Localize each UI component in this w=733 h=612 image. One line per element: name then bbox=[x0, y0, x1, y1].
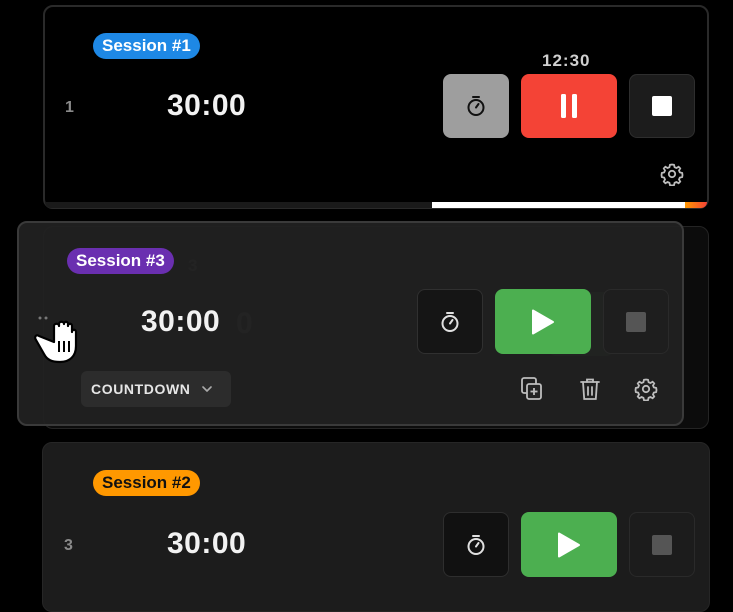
chevron-down-icon bbox=[201, 385, 212, 393]
trash-icon[interactable] bbox=[578, 376, 602, 402]
stop-icon bbox=[624, 310, 648, 334]
play-icon bbox=[556, 531, 582, 559]
stop-icon bbox=[650, 533, 674, 557]
session-badge[interactable]: Session #1 bbox=[93, 33, 200, 59]
grab-hand-cursor-icon bbox=[30, 314, 82, 366]
timer-icon bbox=[464, 94, 488, 118]
stop-button[interactable] bbox=[629, 512, 695, 577]
row-number: 1 bbox=[65, 99, 74, 116]
session-badge[interactable]: Session #3 bbox=[67, 248, 174, 274]
timer-icon bbox=[438, 310, 462, 334]
session-timer: 30:00 bbox=[141, 305, 221, 338]
play-icon bbox=[530, 308, 556, 336]
timer-button[interactable] bbox=[443, 74, 509, 138]
progress-tip bbox=[685, 202, 707, 208]
pause-icon bbox=[559, 93, 579, 119]
session-timer: 30:00 bbox=[167, 89, 247, 122]
current-time: 12:30 bbox=[542, 51, 591, 70]
timer-icon bbox=[464, 533, 488, 557]
gear-icon[interactable] bbox=[660, 162, 684, 186]
timer-button[interactable] bbox=[443, 512, 509, 577]
duplicate-icon[interactable] bbox=[520, 376, 544, 402]
session-badge[interactable]: Session #2 bbox=[93, 470, 200, 496]
progress-fill bbox=[432, 202, 685, 208]
timer-button[interactable] bbox=[417, 289, 483, 354]
row-number: 3 bbox=[64, 537, 73, 554]
stop-button[interactable] bbox=[629, 74, 695, 138]
stop-icon bbox=[650, 94, 674, 118]
session-timer: 30:00 bbox=[167, 527, 247, 560]
mode-select[interactable]: COUNTDOWN bbox=[81, 371, 231, 407]
mode-select-value: COUNTDOWN bbox=[91, 381, 191, 397]
pause-button[interactable] bbox=[521, 74, 617, 138]
stop-button[interactable] bbox=[603, 289, 669, 354]
gear-icon[interactable] bbox=[634, 377, 658, 401]
play-button[interactable] bbox=[495, 289, 591, 354]
play-button[interactable] bbox=[521, 512, 617, 577]
